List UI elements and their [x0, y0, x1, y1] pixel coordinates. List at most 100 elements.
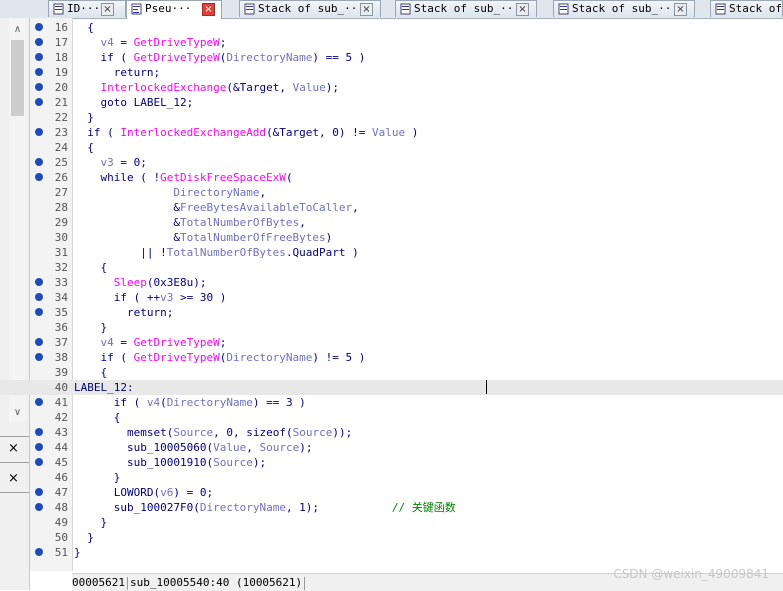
breakpoint-dot-icon[interactable]	[35, 338, 43, 346]
line-number: 29	[54, 216, 68, 229]
code-line[interactable]: 35 return;	[0, 305, 783, 320]
code-line[interactable]: 21 goto LABEL_12;	[0, 95, 783, 110]
breakpoint-dot-icon[interactable]	[35, 488, 43, 496]
code-line[interactable]: 40 LABEL_12:	[0, 380, 783, 395]
code-text: }	[74, 111, 94, 124]
close-icon[interactable]: ×	[674, 3, 687, 16]
code-text: if ( ++v3 >= 30 )	[74, 291, 227, 304]
code-line[interactable]: 36 }	[0, 320, 783, 335]
code-line[interactable]: 31 || !TotalNumberOfBytes.QuadPart )	[0, 245, 783, 260]
line-number: 37	[54, 336, 68, 349]
stack-view-icon	[558, 3, 569, 15]
line-number: 35	[54, 306, 68, 319]
breakpoint-dot-icon[interactable]	[35, 173, 43, 181]
stack-view-icon	[715, 3, 726, 15]
breakpoint-dot-icon[interactable]	[35, 428, 43, 436]
code-line[interactable]: 20 InterlockedExchange(&Target, Value);	[0, 80, 783, 95]
code-line[interactable]: 41 if ( v4(DirectoryName) == 3 )	[0, 395, 783, 410]
code-line[interactable]: 38 if ( GetDriveTypeW(DirectoryName) != …	[0, 350, 783, 365]
breakpoint-dot-icon[interactable]	[35, 53, 43, 61]
close-icon[interactable]: ×	[516, 3, 529, 16]
close-icon[interactable]: ×	[360, 3, 373, 16]
line-number: 30	[54, 231, 68, 244]
line-number: 25	[54, 156, 68, 169]
code-line[interactable]: 44 sub_10005060(Value, Source);	[0, 440, 783, 455]
code-text: return;	[74, 66, 161, 79]
code-text: sub_10001910(Source);	[74, 456, 267, 469]
line-number: 34	[54, 291, 68, 304]
close-icon[interactable]: ×	[202, 3, 215, 16]
watermark: CSDN @weixin_49009841	[613, 567, 769, 581]
breakpoint-dot-icon[interactable]	[35, 308, 43, 316]
code-text: if ( v4(DirectoryName) == 3 )	[74, 396, 306, 409]
code-line[interactable]: 43 memset(Source, 0, sizeof(Source));	[0, 425, 783, 440]
code-line[interactable]: 45 sub_10001910(Source);	[0, 455, 783, 470]
code-text: if ( GetDriveTypeW(DirectoryName) == 5 )	[74, 51, 366, 64]
code-line[interactable]: 26 while ( !GetDiskFreeSpaceExW(	[0, 170, 783, 185]
code-line[interactable]: 42 {	[0, 410, 783, 425]
line-number: 27	[54, 186, 68, 199]
code-text: {	[74, 411, 121, 424]
code-line[interactable]: 51}	[0, 545, 783, 560]
code-line[interactable]: 47 LOWORD(v6) = 0;	[0, 485, 783, 500]
code-text: || !TotalNumberOfBytes.QuadPart )	[74, 246, 359, 259]
line-number: 24	[54, 141, 68, 154]
breakpoint-dot-icon[interactable]	[35, 353, 43, 361]
breakpoint-dot-icon[interactable]	[35, 458, 43, 466]
status-address: 00005621	[72, 576, 125, 589]
code-line[interactable]: 49 }	[0, 515, 783, 530]
breakpoint-dot-icon[interactable]	[35, 68, 43, 76]
code-line[interactable]: 25 v3 = 0;	[0, 155, 783, 170]
breakpoint-dot-icon[interactable]	[35, 98, 43, 106]
tab-stack-2[interactable]: Stack of sub_··· ×	[395, 0, 537, 17]
code-line[interactable]: 24 {	[0, 140, 783, 155]
breakpoint-dot-icon[interactable]	[35, 398, 43, 406]
code-line[interactable]: 37 v4 = GetDriveTypeW;	[0, 335, 783, 350]
close-icon[interactable]: ×	[101, 3, 114, 16]
line-number: 38	[54, 351, 68, 364]
tab-pseudocode[interactable]: Pseu··· ×	[126, 0, 222, 19]
code-line[interactable]: 27 DirectoryName,	[0, 185, 783, 200]
breakpoint-dot-icon[interactable]	[35, 23, 43, 31]
breakpoint-dot-icon[interactable]	[35, 443, 43, 451]
code-line[interactable]: 50 }	[0, 530, 783, 545]
breakpoint-dot-icon[interactable]	[35, 278, 43, 286]
code-line[interactable]: 29 &TotalNumberOfBytes,	[0, 215, 783, 230]
line-number: 36	[54, 321, 68, 334]
code-line[interactable]: 48 sub_100027F0(DirectoryName, 1); // 关键…	[0, 500, 783, 515]
code-text: }	[74, 321, 108, 334]
tab-stack-1[interactable]: Stack of sub_··· ×	[239, 0, 381, 17]
code-line[interactable]: 33 Sleep(0x3E8u);	[0, 275, 783, 290]
code-line[interactable]: 34 if ( ++v3 >= 30 )	[0, 290, 783, 305]
line-number: 40	[54, 381, 68, 394]
tab-ida-view[interactable]: ID··· ×	[48, 0, 126, 17]
breakpoint-dot-icon[interactable]	[35, 158, 43, 166]
breakpoint-dot-icon[interactable]	[35, 38, 43, 46]
code-line[interactable]: 19 return;	[0, 65, 783, 80]
code-line[interactable]: 16 {	[0, 20, 783, 35]
code-line[interactable]: 22 }	[0, 110, 783, 125]
breakpoint-dot-icon[interactable]	[35, 548, 43, 556]
code-line[interactable]: 28 &FreeBytesAvailableToCaller,	[0, 200, 783, 215]
tab-stack-4[interactable]: Stack of	[710, 0, 783, 17]
breakpoint-dot-icon[interactable]	[35, 128, 43, 136]
breakpoint-dot-icon[interactable]	[35, 503, 43, 511]
code-line[interactable]: 17 v4 = GetDriveTypeW;	[0, 35, 783, 50]
breakpoint-dot-icon[interactable]	[35, 293, 43, 301]
line-number: 21	[54, 96, 68, 109]
code-line[interactable]: 46 }	[0, 470, 783, 485]
line-number: 16	[54, 21, 68, 34]
stack-view-icon	[400, 3, 411, 15]
code-line[interactable]: 39 {	[0, 365, 783, 380]
divider	[304, 576, 306, 590]
code-text: v4 = GetDriveTypeW;	[100, 36, 227, 49]
code-text: DirectoryName,	[173, 186, 267, 199]
code-text: if ( GetDriveTypeW(DirectoryName) != 5 )	[74, 351, 366, 364]
breakpoint-dot-icon[interactable]	[35, 83, 43, 91]
code-line[interactable]: 32 {	[0, 260, 783, 275]
code-line[interactable]: 18 if ( GetDriveTypeW(DirectoryName) == …	[0, 50, 783, 65]
code-line[interactable]: 30 &TotalNumberOfFreeBytes)	[0, 230, 783, 245]
code-line[interactable]: 23 if ( InterlockedExchangeAdd(&Target, …	[0, 125, 783, 140]
tab-stack-3[interactable]: Stack of sub_··· ×	[553, 0, 695, 17]
code-text: }	[74, 471, 121, 484]
